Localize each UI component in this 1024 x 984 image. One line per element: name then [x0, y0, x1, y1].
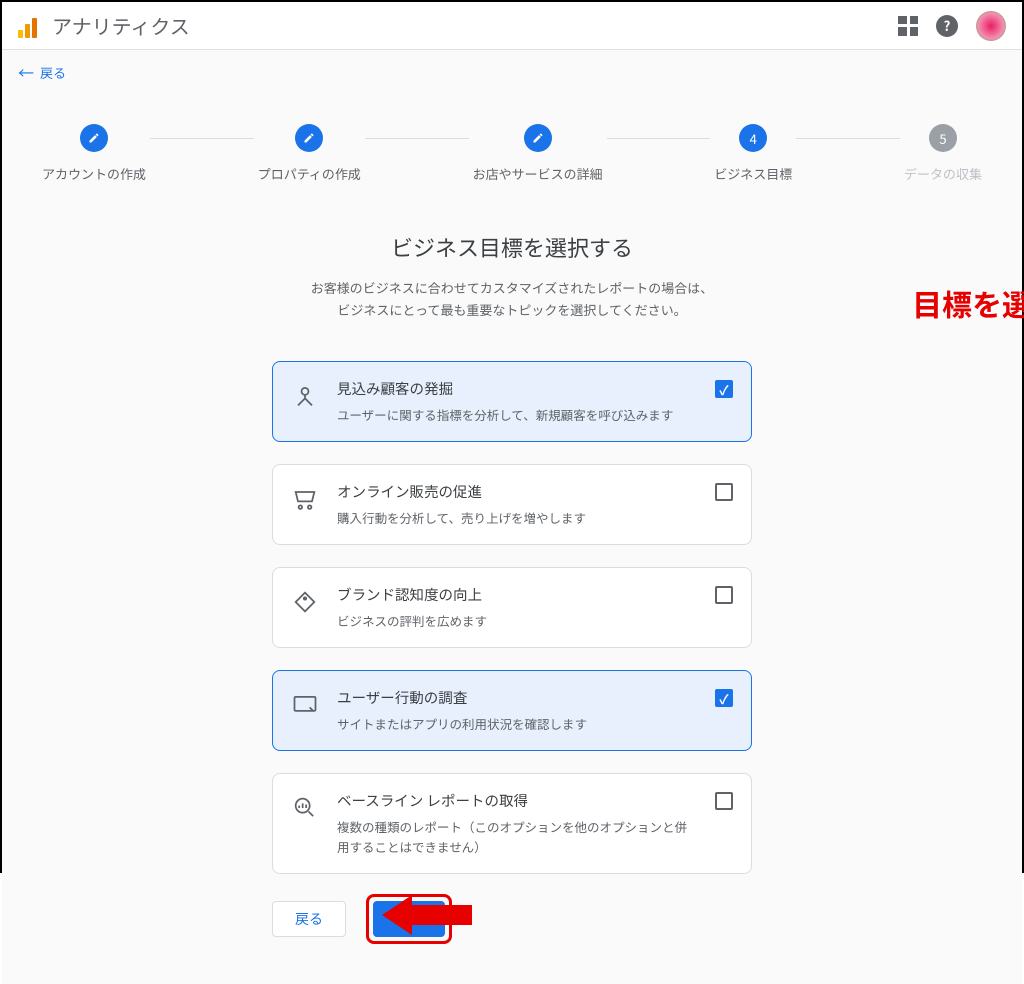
step-account[interactable]: アカウントの作成 — [42, 124, 146, 183]
option-desc: ユーザーに関する指標を分析して、新規顧客を呼び込みます — [337, 405, 697, 425]
leads-icon — [291, 382, 319, 410]
checkbox[interactable] — [715, 483, 733, 501]
step-label: ビジネス目標 — [714, 164, 792, 183]
checkbox[interactable]: ✓ — [715, 380, 733, 398]
monitor-icon — [291, 691, 319, 719]
step-data: 5 データの収集 — [904, 124, 982, 183]
option-title: オンライン販売の促進 — [337, 481, 697, 502]
option-behavior[interactable]: ユーザー行動の調査 サイトまたはアプリの利用状況を確認します ✓ — [272, 670, 752, 751]
option-desc: 複数の種類のレポート（このオプションを他のオプションと併用することはできません） — [337, 817, 697, 857]
step-number: 4 — [739, 124, 767, 152]
check-icon: ✓ — [719, 380, 728, 399]
options-list: 見込み顧客の発掘 ユーザーに関する指標を分析して、新規顧客を呼び込みます ✓ オ… — [192, 361, 832, 874]
pencil-icon — [80, 124, 108, 152]
step-connector — [796, 138, 900, 139]
avatar[interactable] — [976, 11, 1006, 41]
back-link[interactable]: ← 戻る — [18, 60, 1006, 84]
step-connector — [607, 138, 711, 139]
step-connector — [365, 138, 469, 139]
step-label: お店やサービスの詳細 — [473, 164, 603, 183]
step-label: アカウントの作成 — [42, 164, 146, 183]
step-goals[interactable]: 4 ビジネス目標 — [714, 124, 792, 183]
step-label: データの収集 — [904, 164, 982, 183]
sub-line-2: ビジネスにとって最も重要なトピックを選択してください。 — [337, 300, 686, 319]
logo: アナリティクス — [18, 11, 190, 40]
back-button[interactable]: 戻る — [272, 901, 346, 937]
help-icon[interactable]: ? — [936, 15, 958, 37]
option-brand[interactable]: ブランド認知度の向上 ビジネスの評判を広めます — [272, 567, 752, 648]
footer-actions: 戻る 作成 — [192, 894, 832, 944]
back-row: ← 戻る — [2, 50, 1022, 94]
check-icon: ✓ — [719, 689, 728, 708]
option-title: ベースライン レポートの取得 — [337, 790, 697, 811]
checkbox[interactable]: ✓ — [715, 689, 733, 707]
checkbox[interactable] — [715, 792, 733, 810]
option-leads[interactable]: 見込み顧客の発掘 ユーザーに関する指標を分析して、新規顧客を呼び込みます ✓ — [272, 361, 752, 442]
annotation-label: 目標を選択 — [912, 281, 1024, 325]
option-sales[interactable]: オンライン販売の促進 購入行動を分析して、売り上げを増やします — [272, 464, 752, 545]
sub-line-1: お客様のビジネスに合わせてカスタマイズされたレポートの場合は、 — [311, 278, 714, 297]
page-subtext: お客様のビジネスに合わせてカスタマイズされたレポートの場合は、 ビジネスにとって… — [192, 277, 832, 321]
analytics-logo-icon — [18, 14, 42, 38]
apps-icon[interactable] — [898, 16, 918, 36]
content: 目標を選択 ビジネス目標を選択する お客様のビジネスに合わせてカスタマイズされた… — [192, 231, 832, 944]
step-label: プロパティの作成 — [258, 164, 361, 183]
back-label: 戻る — [40, 63, 66, 82]
option-baseline[interactable]: ベースライン レポートの取得 複数の種類のレポート（このオプションを他のオプショ… — [272, 773, 752, 874]
option-desc: サイトまたはアプリの利用状況を確認します — [337, 714, 697, 734]
arrow-left-icon: ← — [18, 60, 34, 84]
main: アカウントの作成 プロパティの作成 お店やサービスの詳細 4 ビジネス目標 5 … — [2, 94, 1022, 984]
option-title: 見込み顧客の発掘 — [337, 378, 697, 399]
step-connector — [150, 138, 254, 139]
header-actions: ? — [898, 11, 1006, 41]
pencil-icon — [524, 124, 552, 152]
pencil-icon — [295, 124, 323, 152]
cart-icon — [291, 485, 319, 513]
page-heading: ビジネス目標を選択する — [192, 231, 832, 263]
stepper: アカウントの作成 プロパティの作成 お店やサービスの詳細 4 ビジネス目標 5 … — [42, 124, 982, 183]
option-title: ユーザー行動の調査 — [337, 687, 697, 708]
step-number: 5 — [929, 124, 957, 152]
option-desc: 購入行動を分析して、売り上げを増やします — [337, 508, 697, 528]
checkbox[interactable] — [715, 586, 733, 604]
step-property[interactable]: プロパティの作成 — [258, 124, 361, 183]
header: アナリティクス ? — [2, 2, 1022, 50]
search-chart-icon — [291, 794, 319, 822]
tag-icon — [291, 588, 319, 616]
app-title: アナリティクス — [52, 11, 190, 40]
option-desc: ビジネスの評判を広めます — [337, 611, 697, 631]
option-title: ブランド認知度の向上 — [337, 584, 697, 605]
step-details[interactable]: お店やサービスの詳細 — [473, 124, 603, 183]
